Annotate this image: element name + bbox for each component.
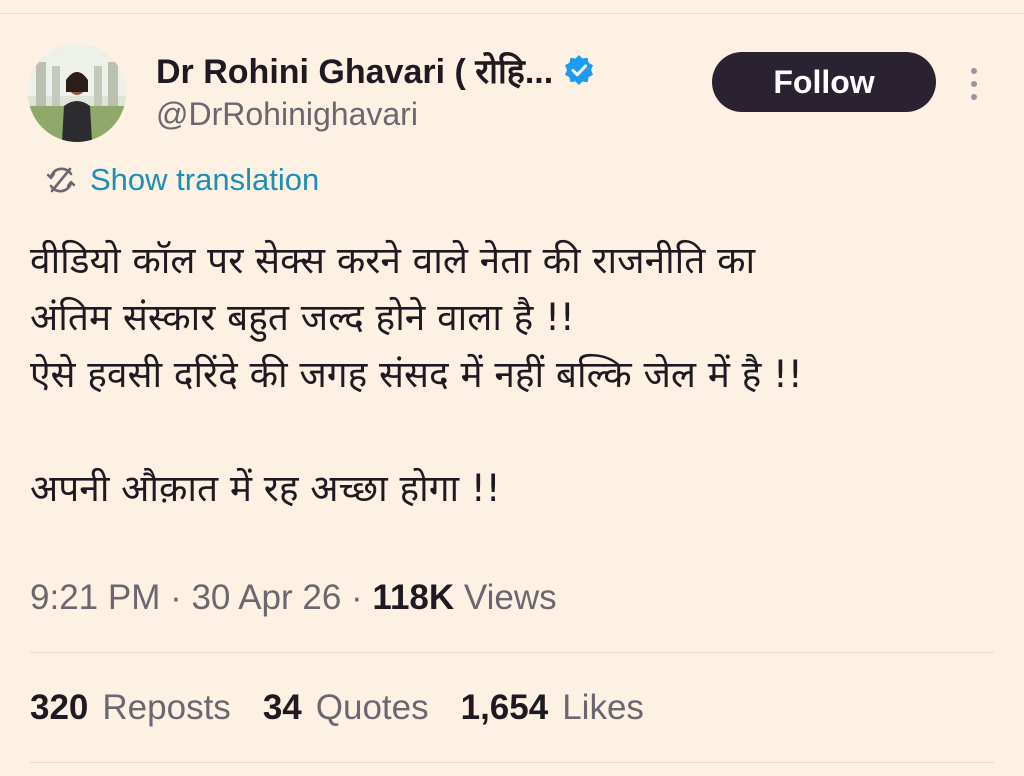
verified-badge-icon <box>563 54 595 86</box>
quotes-stat[interactable]: 34 Quotes <box>263 688 429 728</box>
follow-button[interactable]: Follow <box>712 52 936 112</box>
likes-stat[interactable]: 1,654 Likes <box>461 688 644 728</box>
likes-label: Likes <box>562 688 644 727</box>
quotes-count: 34 <box>262 688 302 727</box>
reposts-label: Reposts <box>102 688 231 727</box>
likes-count: 1,654 <box>460 688 549 727</box>
more-vertical-icon[interactable] <box>964 66 984 102</box>
tweet-header: Dr Rohini Ghavari ( रोहि... @DrRohinigha… <box>28 40 998 142</box>
divider <box>30 762 994 763</box>
engagement-stats: 320 Reposts 34 Quotes 1,654 Likes <box>30 688 644 728</box>
show-translation-label: Show translation <box>90 162 320 197</box>
quotes-label: Quotes <box>315 688 429 727</box>
tweet-meta: 9:21 PM · 30 Apr 26 · 118K Views <box>30 578 557 618</box>
tweet-line: वीडियो कॉल पर सेक्स करने वाले नेता की रा… <box>30 239 756 282</box>
tweet-time[interactable]: 9:21 PM <box>30 578 160 618</box>
reposts-stat[interactable]: 320 Reposts <box>30 688 231 728</box>
top-divider <box>0 0 1024 14</box>
author-info: Dr Rohini Ghavari ( रोहि... @DrRohinigha… <box>156 50 595 133</box>
tweet-text: वीडियो कॉल पर सेक्स करने वाले नेता की रा… <box>30 232 990 517</box>
display-name[interactable]: Dr Rohini Ghavari ( रोहि... <box>156 47 553 93</box>
tweet-line: ऐसे हवसी दरिंदे की जगह संसद में नहीं बल्… <box>30 353 803 396</box>
reposts-count: 320 <box>30 688 89 727</box>
meta-separator: · <box>341 578 373 617</box>
views-label[interactable]: Views <box>454 578 557 618</box>
divider <box>30 652 994 653</box>
avatar[interactable] <box>28 44 126 142</box>
translate-icon <box>44 163 78 197</box>
meta-separator: · <box>160 578 192 617</box>
views-count[interactable]: 118K <box>372 578 454 618</box>
tweet-line: अंतिम संस्कार बहुत जल्द होने वाला है !! <box>30 296 575 339</box>
tweet-date[interactable]: 30 Apr 26 <box>191 578 341 618</box>
show-translation-link[interactable]: Show translation <box>44 162 319 198</box>
tweet-line: अपनी औक़ात में रह अच्छा होगा !! <box>30 467 501 510</box>
handle[interactable]: @DrRohinighavari <box>156 96 595 133</box>
